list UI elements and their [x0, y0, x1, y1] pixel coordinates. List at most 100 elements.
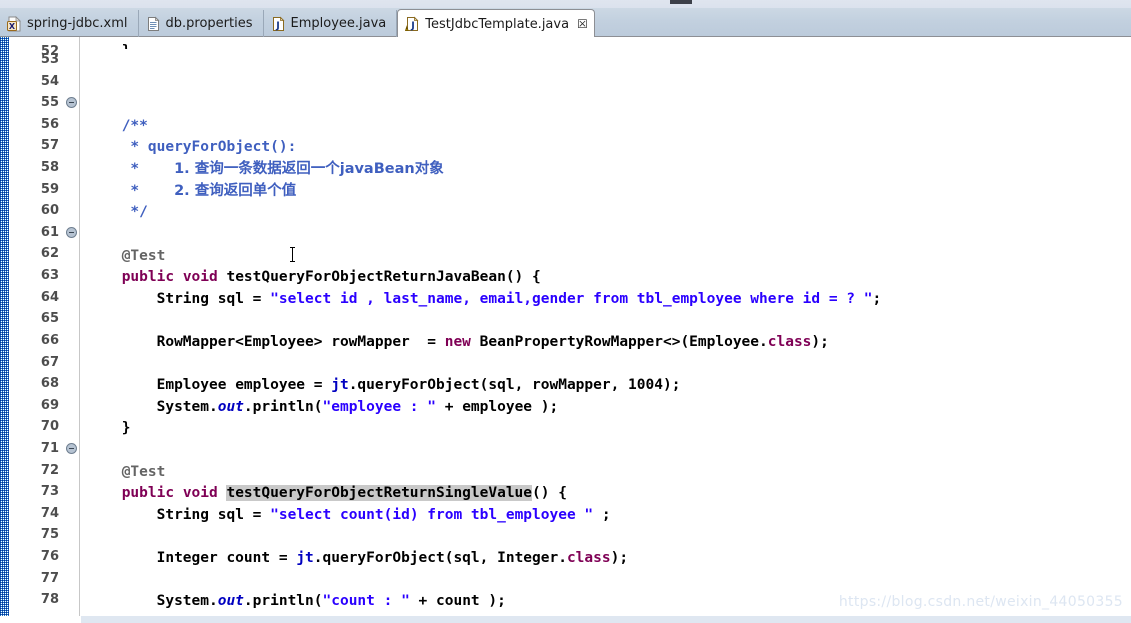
line-number: 77: [40, 570, 59, 586]
fold-collapse-icon[interactable]: [66, 226, 77, 238]
gutter-row: 71: [9, 438, 79, 460]
line-number: 76: [40, 549, 59, 565]
editor-tab-label: db.properties: [165, 16, 253, 31]
close-icon[interactable]: ☒: [577, 18, 588, 30]
gutter-row: 54: [9, 71, 79, 93]
line-number: 56: [40, 116, 59, 132]
line-number: 71: [40, 440, 59, 456]
editor-tab-label: Employee.java: [290, 16, 387, 31]
editor-tab-list: X spring-jdbc.xml db.properties J Employ…: [0, 8, 595, 38]
line-number: 62: [40, 246, 59, 262]
code-row[interactable]: System.out.println("employee : " + emplo…: [81, 373, 1131, 415]
code-row[interactable]: String sql = "select id , last_name, ema…: [81, 265, 1131, 307]
line-number: 72: [40, 462, 59, 478]
line-number: 64: [40, 289, 59, 305]
line-number: 60: [40, 203, 59, 219]
code-row[interactable]: String sql = "select count(id) from tbl_…: [81, 481, 1131, 523]
code-row[interactable]: @Test: [81, 222, 1131, 264]
gutter-row: 56: [9, 114, 79, 136]
line-number: 58: [40, 160, 59, 176]
gutter-row: 66: [9, 330, 79, 352]
line-number: 67: [40, 354, 59, 370]
line-number: 73: [40, 484, 59, 500]
gutter-row: 76: [9, 546, 79, 568]
gutter-row: 69: [9, 395, 79, 417]
gutter-row: 64: [9, 287, 79, 309]
code-row[interactable]: * queryForObject():: [81, 114, 1131, 155]
code-row[interactable]: }: [81, 37, 1131, 49]
gutter-row: 53: [9, 49, 79, 71]
gutter-row: 70: [9, 416, 79, 438]
code-row[interactable]: public void testQueryForObjectReturnSing…: [81, 460, 1131, 502]
gutter-row: 73: [9, 481, 79, 503]
line-number: 54: [40, 73, 59, 89]
watermark-text: https://blog.csdn.net/weixin_44050355: [838, 594, 1123, 610]
text-cursor-ibeam: [290, 247, 295, 263]
line-number: 53: [40, 52, 59, 67]
editor-tab-employee-java[interactable]: J Employee.java: [264, 10, 398, 37]
gutter-row: 55: [9, 92, 79, 114]
bottom-filler-left: [0, 616, 81, 623]
gutter-row: 65: [9, 308, 79, 330]
xml-file-icon: X: [7, 15, 22, 32]
code-row[interactable]: [81, 49, 1131, 71]
gutter-row: 63: [9, 265, 79, 287]
window-top-strip: [0, 0, 1131, 8]
code-row[interactable]: */: [81, 179, 1131, 220]
line-number: 70: [40, 419, 59, 435]
gutter-row: 52: [9, 37, 79, 58]
code-row[interactable]: [81, 330, 1131, 352]
line-number: 61: [40, 224, 59, 240]
code-row[interactable]: * 1. 查询一条数据返回一个javaBean对象: [81, 135, 1131, 177]
code-row[interactable]: public void testQueryForObjectReturnJava…: [81, 243, 1131, 285]
line-number: 68: [40, 376, 59, 392]
gutter-row: 74: [9, 503, 79, 525]
annotation-overview-strip[interactable]: [0, 37, 9, 623]
code-row[interactable]: Employee employee = jt.queryForObject(sq…: [81, 352, 1131, 393]
eclipse-editor-window: X spring-jdbc.xml db.properties J Employ…: [0, 0, 1131, 623]
code-row[interactable]: [81, 546, 1131, 568]
editor-tab-bar: X spring-jdbc.xml db.properties J Employ…: [0, 8, 1131, 38]
gutter-row: 75: [9, 524, 79, 546]
line-number: 74: [40, 505, 59, 521]
code-row[interactable]: @Test: [81, 438, 1131, 480]
gutter-row: 72: [9, 460, 79, 482]
code-row[interactable]: Integer count = jt.queryForObject(sql, I…: [81, 524, 1131, 566]
line-number: 75: [40, 527, 59, 543]
gutter-row: 62: [9, 243, 79, 265]
gutter-row: 61: [9, 222, 79, 244]
gutter-row: 58: [9, 157, 79, 179]
gutter-row: 60: [9, 200, 79, 222]
properties-file-icon: [146, 16, 161, 32]
fold-collapse-icon[interactable]: [66, 442, 77, 454]
editor-tab-label: TestJdbcTemplate.java: [425, 16, 570, 32]
code-row[interactable]: [81, 287, 1131, 309]
horizontal-scrollbar-track[interactable]: [81, 616, 1131, 623]
java-file-warning-icon: J: [405, 16, 420, 32]
code-row[interactable]: /**: [81, 92, 1131, 134]
code-row[interactable]: System.out.println("count : " + count );: [81, 568, 1131, 609]
line-number: 55: [40, 95, 59, 111]
editor-tab-testjdbctemplate-java[interactable]: J TestJdbcTemplate.java ☒: [397, 9, 595, 38]
toolbar-remnant: [670, 0, 692, 4]
code-row[interactable]: }: [81, 395, 1131, 436]
code-row[interactable]: [81, 71, 1131, 93]
line-number: 57: [40, 138, 59, 154]
gutter-row: 67: [9, 352, 79, 374]
code-text-area[interactable]: } /** * queryForObject(): * 1. 查询一条数据返回一…: [81, 37, 1131, 623]
gutter-row: 59: [9, 179, 79, 201]
code-row[interactable]: * 2. 查询返回单个值: [81, 157, 1131, 199]
code-editor[interactable]: 52 53 54 55 56 57 58 59 60 61 62 63 64 6…: [0, 37, 1131, 623]
editor-tab-db-properties[interactable]: db.properties: [139, 10, 264, 37]
fold-collapse-icon[interactable]: [66, 97, 77, 109]
code-row[interactable]: RowMapper<Employee> rowMapper = new Bean…: [81, 308, 1131, 350]
line-number: 65: [40, 311, 59, 327]
code-row[interactable]: [81, 200, 1131, 222]
java-file-icon: J: [271, 16, 286, 32]
editor-tab-spring-jdbc-xml[interactable]: X spring-jdbc.xml: [0, 10, 139, 37]
code-row[interactable]: [81, 416, 1131, 438]
svg-text:J: J: [275, 20, 280, 31]
line-number: 66: [40, 332, 59, 348]
code-row[interactable]: [81, 503, 1131, 525]
code-token-brace: }: [122, 41, 131, 49]
